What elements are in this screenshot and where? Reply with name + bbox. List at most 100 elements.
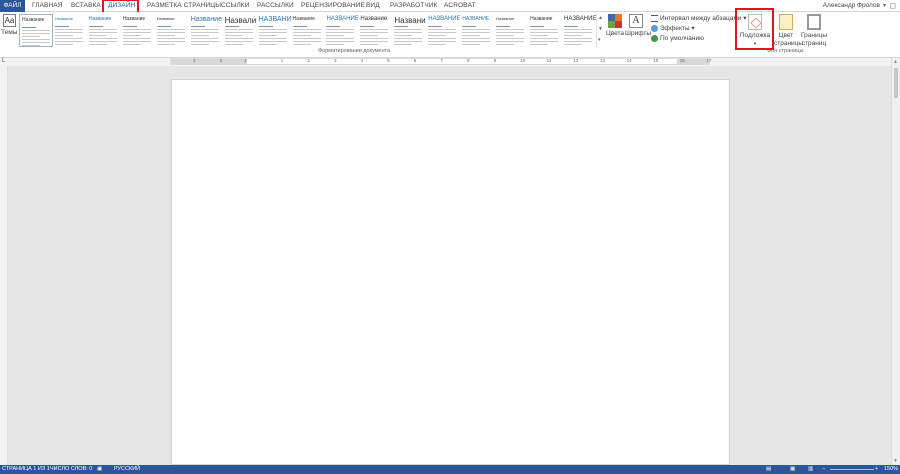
style-text-line [156,29,185,30]
style-set-thumbnail[interactable]: Название [494,14,529,47]
scroll-up-icon[interactable]: ▲ [598,15,603,21]
tab-developer[interactable]: РАЗРАБОТЧИК [390,2,437,9]
style-set-thumbnail[interactable]: Название [52,14,87,47]
style-text-line [22,30,50,31]
document-page[interactable] [171,79,730,465]
style-set-thumbnail[interactable]: Название [290,14,325,47]
tab-view[interactable]: ВИД [366,2,380,9]
style-text-line [394,44,413,45]
tab-file[interactable]: ФАЙЛ [0,0,25,12]
fonts-icon: A [629,14,643,28]
scroll-down-icon[interactable]: ▼ [598,26,603,32]
restore-window-icon[interactable]: ◻ [889,1,896,10]
tab-selector-icon[interactable]: L [2,58,5,64]
style-set-title: НАЗВАНИЕ [462,16,490,22]
style-text-line [394,41,423,42]
chevron-down-icon[interactable]: ▾ [883,2,886,9]
style-set-thumbnail[interactable]: НАЗВАНИЕ [256,14,291,47]
tab-review[interactable]: РЕЦЕНЗИРОВАНИЕ [301,2,365,9]
zoom-slider[interactable] [830,469,874,470]
style-set-thumbnail[interactable]: НАЗВАНИЕ [460,14,495,47]
style-text-line [258,38,287,39]
style-text-line [54,32,83,33]
style-heading-line [292,26,307,27]
style-text-line [224,35,243,36]
fonts-button[interactable]: A Шрифты [625,14,651,38]
style-text-line [360,35,379,36]
style-set-title: Название [156,16,175,21]
page-borders-button[interactable]: Границы страниц [800,14,828,48]
word-count[interactable]: ЧИСЛО СЛОВ: 0 [50,466,92,472]
style-text-line [190,44,209,45]
page-color-button[interactable]: Цвет страницы [774,14,803,48]
style-set-thumbnail[interactable]: Название [392,14,427,47]
ruler-number: 1 [244,58,247,63]
user-name[interactable]: Александр Фролов [823,2,880,9]
effects-button[interactable]: Эффекты ▾ [651,24,695,32]
style-text-line [326,29,355,30]
page-color-icon [779,14,793,30]
colors-label: Цвета [605,30,625,37]
print-layout-icon[interactable]: ▦ [790,466,795,472]
zoom-in-icon[interactable]: + [875,466,878,472]
style-text-line [54,38,83,39]
style-set-thumbnail[interactable]: Название [120,14,155,47]
style-text-line [22,39,50,40]
tab-page-layout[interactable]: РАЗМЕТКА СТРАНИЦЫ [147,2,221,9]
style-text-line [190,32,219,33]
colors-icon [608,14,622,28]
style-text-line [530,44,549,45]
themes-button[interactable]: Aa Темы [1,14,17,44]
style-set-thumbnail[interactable]: Название [19,14,53,47]
paragraph-spacing-button[interactable]: Интервал между абзацами ▾ [651,14,747,22]
style-text-line [54,44,73,45]
language[interactable]: РУССКИЙ [114,466,140,472]
tab-acrobat[interactable]: ACROBAT [444,2,476,9]
read-mode-icon[interactable]: ▤ [766,466,771,472]
style-set-thumbnail[interactable]: Назвали е [222,14,257,47]
style-heading-line [88,26,103,27]
style-text-line [54,35,73,36]
tab-references[interactable]: ССЫЛКИ [221,2,249,9]
style-text-line [122,44,141,45]
ruler-number: 14 [626,58,632,63]
vertical-scrollbar[interactable]: ▲ ▼ [891,58,900,465]
style-set-thumbnail[interactable]: Название [86,14,121,47]
web-layout-icon[interactable]: ▥ [808,466,813,472]
ruler-number: 5 [387,58,390,63]
scroll-up-icon[interactable]: ▲ [893,59,898,65]
style-text-line [258,32,287,33]
tab-home[interactable]: ГЛАВНАЯ [32,2,63,9]
horizontal-ruler[interactable]: 3 2 1 1 2 3 4 5 6 7 8 9 10 11 12 13 14 15 16 17 [170,58,711,65]
style-set-thumbnail[interactable]: Название [528,14,563,47]
scroll-down-icon[interactable]: ▼ [893,458,898,464]
style-text-line [292,41,321,42]
style-text-line [258,35,277,36]
style-text-line [156,35,175,36]
style-set-thumbnail[interactable]: НАЗВАНИЕ [426,14,461,47]
style-text-line [258,29,287,30]
style-text-line [156,44,175,45]
set-as-default-button[interactable]: По умолчанию [651,35,704,42]
scrollbar-thumb[interactable] [894,68,898,98]
style-set-thumbnail[interactable]: Название [188,14,223,47]
style-text-line [428,32,457,33]
ruler-number: 2 [219,58,223,63]
zoom-level[interactable]: 150% [884,466,898,472]
zoom-out-icon[interactable]: − [822,466,825,472]
style-set-thumbnail[interactable]: НАЗВАНИЕ [324,14,359,47]
vertical-ruler[interactable] [0,66,8,465]
style-text-line [122,38,151,39]
page-count[interactable]: СТРАНИЦА 1 ИЗ 1 [2,466,50,472]
proofing-icon[interactable]: ▣ [97,466,102,472]
style-text-line [224,44,243,45]
page-borders-label-2: страниц [801,40,827,47]
style-set-thumbnail[interactable]: НАЗВАНИЕ [562,14,597,47]
style-set-thumbnail[interactable]: Название [154,14,189,47]
tab-insert[interactable]: ВСТАВКА [71,2,101,9]
gallery-more-icon[interactable]: ▾ [598,37,601,43]
gallery-scrollbar[interactable]: ▲ ▼ ▾ [596,14,603,47]
style-set-thumbnail[interactable]: Название [358,14,393,47]
tab-mailings[interactable]: РАССЫЛКИ [257,2,294,9]
colors-button[interactable]: Цвета [604,14,626,38]
